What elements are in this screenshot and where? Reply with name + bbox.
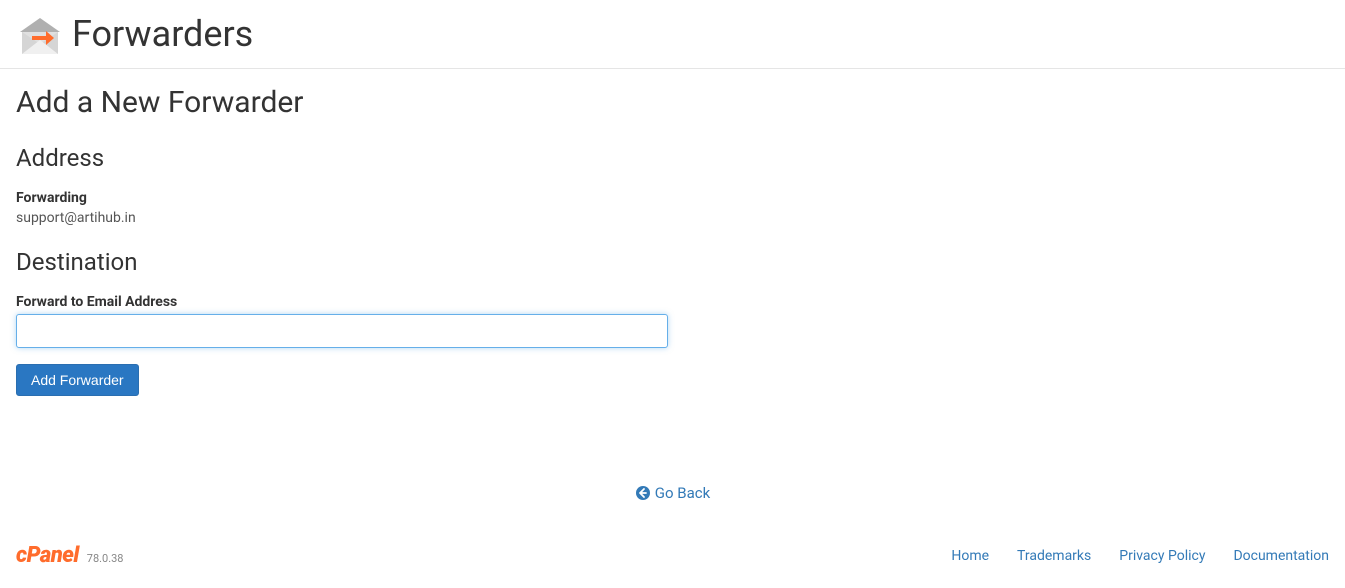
forwarding-value: support@artihub.in [16, 210, 1329, 226]
footer-link-privacy[interactable]: Privacy Policy [1119, 548, 1205, 564]
footer-link-home[interactable]: Home [951, 548, 989, 564]
page-header: Forwarders [0, 0, 1345, 69]
footer: cPanel 78.0.38 Home Trademarks Privacy P… [0, 523, 1345, 588]
add-forwarder-button[interactable]: Add Forwarder [16, 364, 139, 396]
destination-heading: Destination [16, 248, 1329, 276]
footer-left: cPanel 78.0.38 [16, 543, 123, 568]
page-title: Forwarders [72, 13, 253, 55]
arrow-left-circle-icon [635, 485, 651, 501]
forward-to-input[interactable] [16, 314, 668, 348]
forward-to-label: Forward to Email Address [16, 294, 1329, 310]
go-back-text: Go Back [655, 484, 710, 502]
go-back-wrap: Go Back [16, 484, 1329, 505]
version-text: 78.0.38 [87, 552, 124, 565]
footer-link-documentation[interactable]: Documentation [1233, 548, 1329, 564]
cpanel-logo: cPanel [16, 543, 79, 568]
go-back-link[interactable]: Go Back [635, 484, 710, 502]
address-heading: Address [16, 144, 1329, 172]
footer-link-trademarks[interactable]: Trademarks [1017, 548, 1091, 564]
content-area: Add a New Forwarder Address Forwarding s… [0, 69, 1345, 505]
footer-links: Home Trademarks Privacy Policy Documenta… [951, 548, 1329, 564]
forwarders-icon [16, 10, 64, 58]
forwarding-label: Forwarding [16, 190, 1329, 206]
section-title: Add a New Forwarder [16, 85, 1329, 120]
